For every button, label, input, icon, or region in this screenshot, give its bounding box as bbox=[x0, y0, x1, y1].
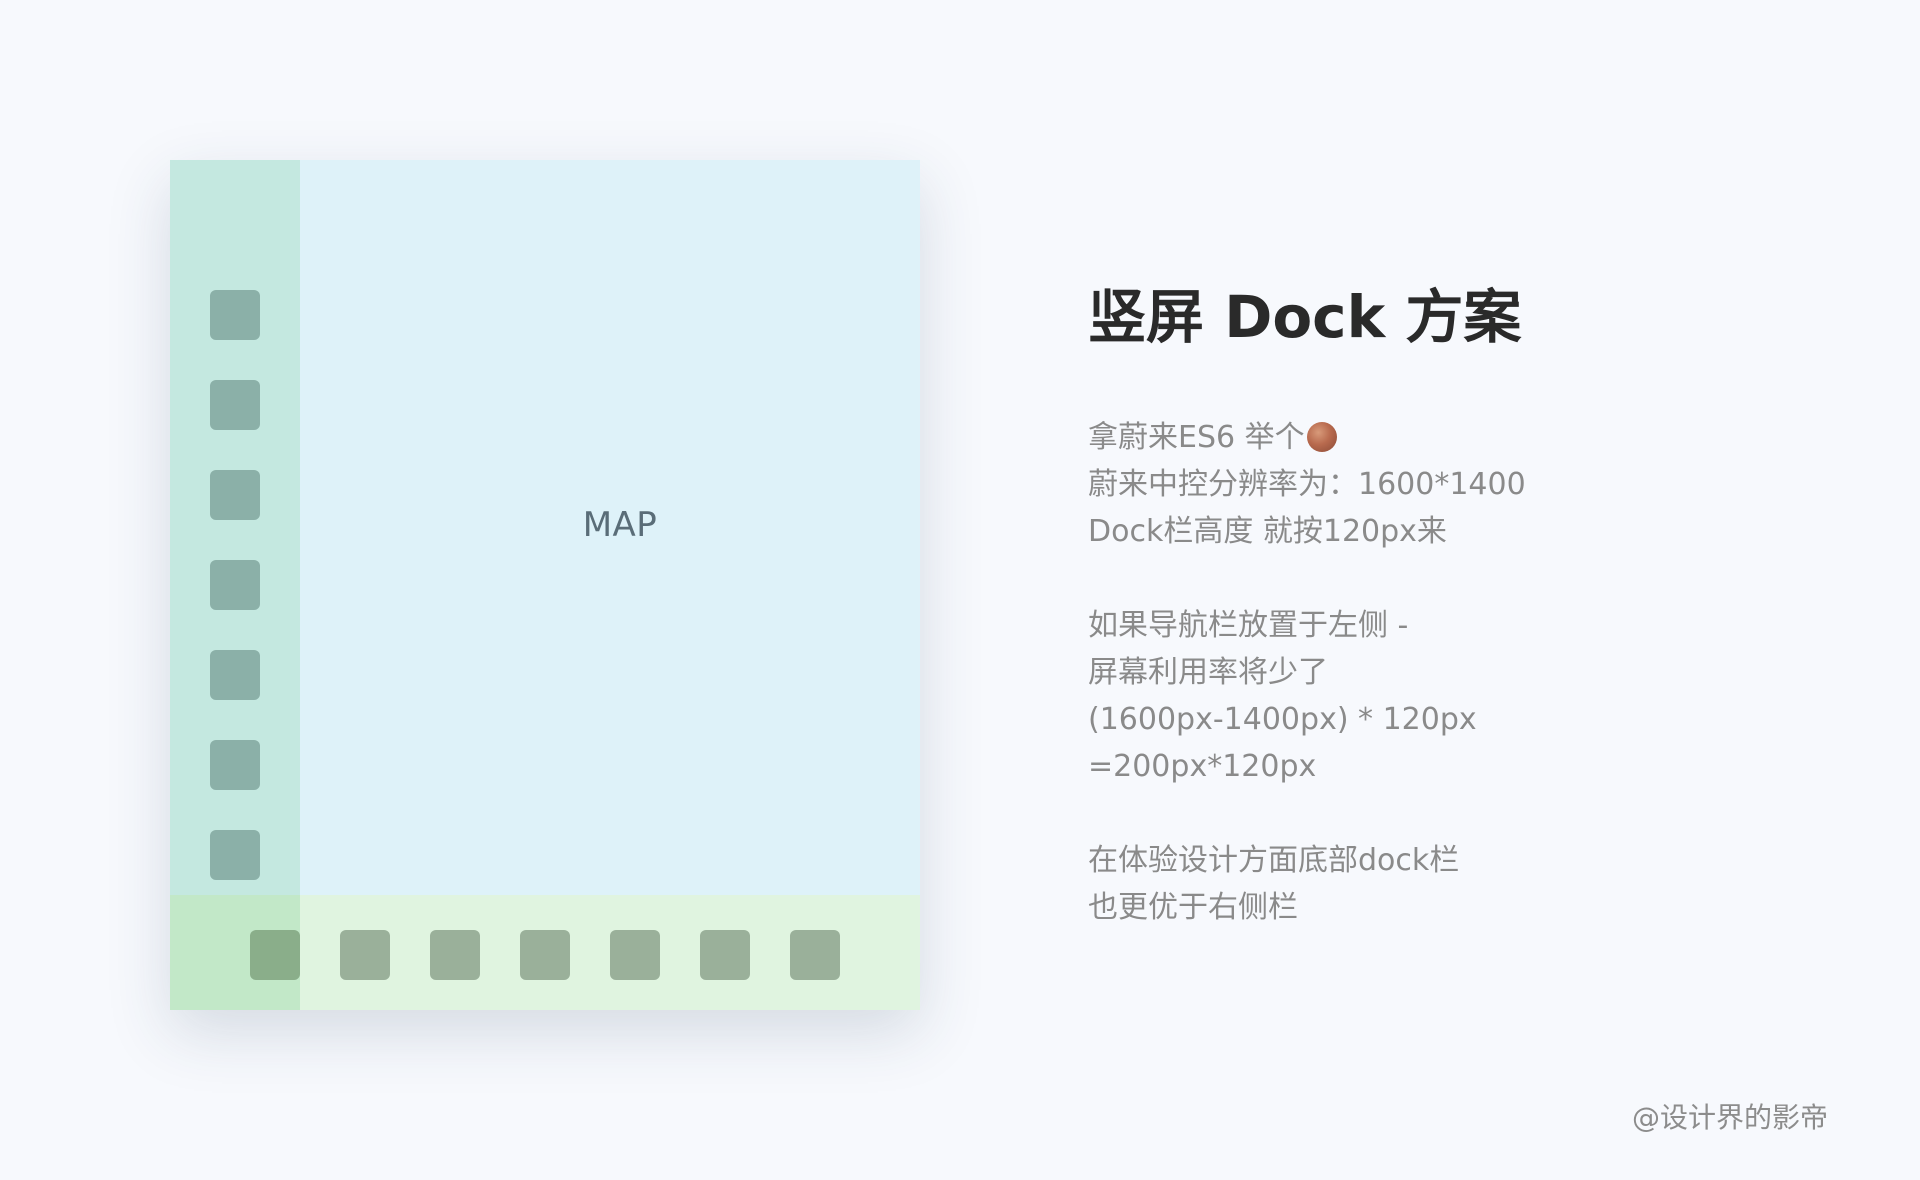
bottom-dock-app-icon[interactable] bbox=[520, 930, 570, 980]
bottom-dock-app-icon[interactable] bbox=[430, 930, 480, 980]
description-line: 也更优于右侧栏 bbox=[1088, 890, 1298, 925]
description-line: 如果导航栏放置于左侧 - bbox=[1088, 608, 1409, 643]
description-line: 蔚来中控分辨率为：1600*1400 bbox=[1088, 467, 1526, 502]
description-line: 屏幕利用率将少了 bbox=[1088, 655, 1328, 690]
left-dock-app-icon[interactable] bbox=[210, 740, 260, 790]
bottom-dock-app-icon[interactable] bbox=[790, 930, 840, 980]
left-dock-app-icon[interactable] bbox=[210, 830, 260, 880]
left-dock bbox=[170, 160, 300, 895]
vertical-screen-mockup: MAP bbox=[170, 160, 920, 1010]
map-label: MAP bbox=[582, 505, 658, 545]
description-line: =200px*120px bbox=[1088, 749, 1317, 784]
description-text: 拿蔚来ES6 举个 bbox=[1088, 420, 1305, 455]
description-line: 拿蔚来ES6 举个 bbox=[1088, 414, 1848, 461]
page-title: 竖屏 Dock 方案 bbox=[1088, 283, 1522, 351]
ball-icon bbox=[1306, 422, 1337, 452]
bottom-dock-app-icon[interactable] bbox=[340, 930, 390, 980]
left-dock-app-icon[interactable] bbox=[210, 650, 260, 700]
left-dock-app-icon[interactable] bbox=[210, 560, 260, 610]
description: 拿蔚来ES6 举个 蔚来中控分辨率为：1600*1400 Dock栏高度 就按1… bbox=[1088, 414, 1848, 931]
author-credit: @设计界的影帝 bbox=[1631, 1101, 1828, 1134]
description-line: Dock栏高度 就按120px来 bbox=[1088, 514, 1447, 549]
left-dock-app-icon[interactable] bbox=[210, 290, 260, 340]
left-dock-app-icon[interactable] bbox=[210, 470, 260, 520]
bottom-dock-app-icon[interactable] bbox=[610, 930, 660, 980]
description-line: (1600px-1400px) * 120px bbox=[1088, 702, 1477, 737]
bottom-dock-app-icon[interactable] bbox=[700, 930, 750, 980]
bottom-dock-app-icon[interactable] bbox=[250, 930, 300, 980]
left-dock-app-icon[interactable] bbox=[210, 380, 260, 430]
description-line: 在体验设计方面底部dock栏 bbox=[1088, 843, 1460, 878]
